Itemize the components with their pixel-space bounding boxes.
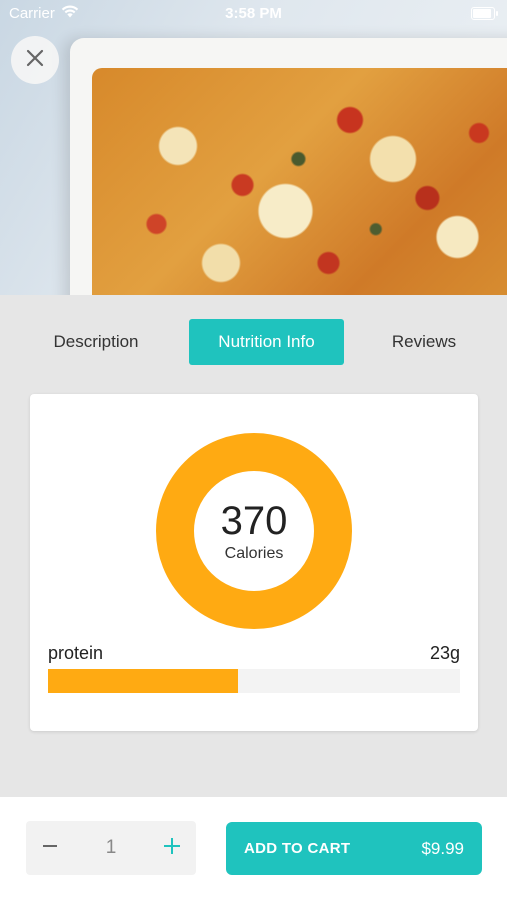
add-to-cart-label: ADD TO CART bbox=[244, 840, 351, 857]
quantity-stepper: 1 bbox=[26, 821, 196, 875]
battery-icon bbox=[471, 7, 498, 20]
minus-icon bbox=[42, 838, 58, 859]
close-button[interactable] bbox=[11, 36, 59, 84]
close-icon bbox=[25, 48, 45, 73]
lasagna-picture bbox=[92, 68, 507, 295]
plus-icon bbox=[163, 837, 181, 860]
calories-label: Calories bbox=[224, 545, 284, 562]
protein-progress-fill bbox=[48, 669, 238, 693]
protein-progress-track bbox=[48, 669, 460, 693]
add-to-cart-button[interactable]: ADD TO CART $9.99 bbox=[226, 822, 482, 875]
tab-nutrition-info[interactable]: Nutrition Info bbox=[189, 319, 344, 365]
decrease-quantity-button[interactable] bbox=[26, 821, 74, 875]
status-bar: Carrier 3:58 PM bbox=[0, 0, 507, 28]
status-time: 3:58 PM bbox=[225, 5, 282, 22]
tab-description[interactable]: Description bbox=[30, 319, 162, 365]
increase-quantity-button[interactable] bbox=[148, 821, 196, 875]
quantity-value: 1 bbox=[105, 837, 117, 858]
cart-price: $9.99 bbox=[421, 839, 464, 858]
tab-reviews[interactable]: Reviews bbox=[370, 319, 478, 365]
nutrient-amount: 23g bbox=[429, 643, 460, 663]
nutrition-card: 370 Calories protein 23g bbox=[30, 394, 478, 731]
nutrient-name: protein bbox=[48, 643, 104, 663]
tab-bar: Description Nutrition Info Reviews bbox=[0, 319, 507, 365]
food-image bbox=[0, 0, 507, 295]
bottom-action-bar: 1 ADD TO CART $9.99 bbox=[0, 797, 507, 900]
calories-donut: 370 Calories bbox=[155, 432, 353, 630]
calories-value: 370 bbox=[220, 499, 288, 543]
